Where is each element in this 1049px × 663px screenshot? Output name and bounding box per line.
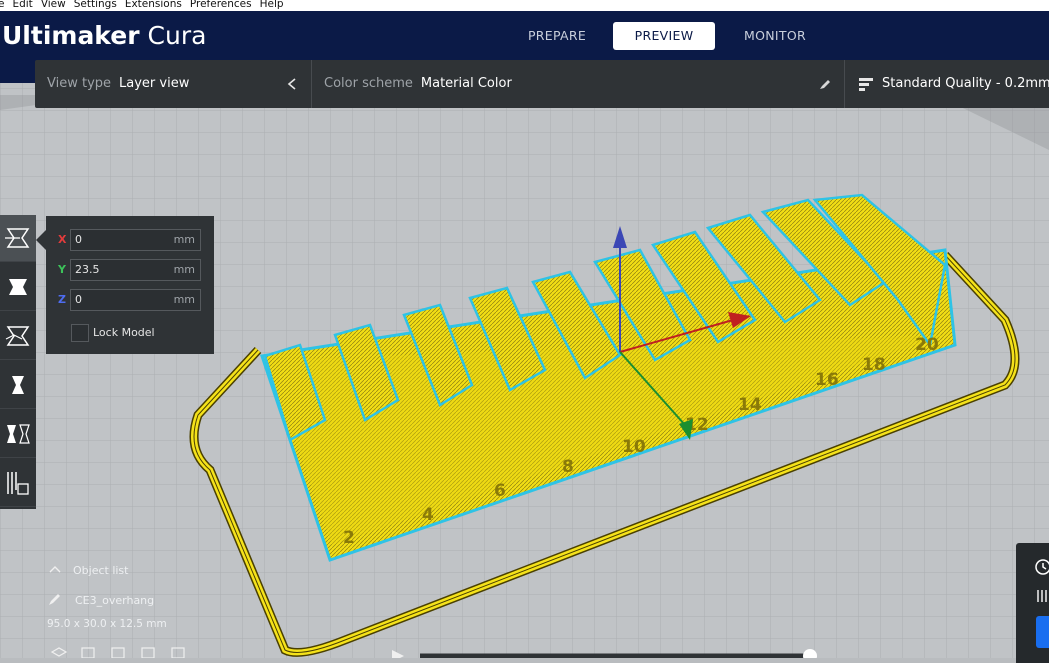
y-unit: mm [173,263,195,276]
toolbar-divider [844,60,845,108]
logo-brand: Ultimaker [2,21,140,50]
model-label: 18 [862,355,886,375]
quality-value: Standard Quality - 0.2mm [882,76,1049,91]
rotate-tool-button[interactable] [0,313,36,360]
view-options-toolbar: View type Layer view Color scheme Material… [35,60,1049,108]
x-unit: mm [173,233,195,246]
move-tool-panel: X 0 mm Y 23.5 mm Z 0 mm Lock Model [46,216,214,354]
object-list-toggle[interactable]: Object list [73,564,128,577]
model-label: 8 [562,457,574,477]
move-tool-icon [5,228,30,248]
left-tool-bar [0,215,36,509]
mirror-tool-icon [12,376,24,394]
panel-pointer [36,230,46,250]
logo-product: Cura [147,21,207,50]
filament-spool-icon [1037,590,1047,602]
model-label: 14 [738,395,762,415]
tab-preview[interactable]: PREVIEW [613,22,715,50]
app-logo: Ultimaker Cura [2,21,206,50]
view-type-selector[interactable]: View type Layer view [47,60,189,108]
x-value: 0 [75,233,82,246]
build-plate-viewport[interactable]: 2 4 6 8 10 12 14 16 18 20 [0,83,1049,658]
x-position-input[interactable]: 0 mm [70,229,201,251]
view-type-value: Layer view [119,76,190,91]
clock-icon [1035,559,1049,575]
per-model-settings-icon [7,424,30,444]
z-value: 0 [75,293,82,306]
z-position-input[interactable]: 0 mm [70,289,201,311]
edit-name-icon[interactable] [48,592,62,606]
view-type-label: View type [47,76,112,91]
model-label: 6 [494,481,506,501]
y-position-row: Y 23.5 mm [58,259,203,281]
lock-model-label: Lock Model [93,326,155,339]
menu-edit[interactable]: Edit [12,0,32,10]
mirror-tool-button[interactable] [0,362,36,409]
z-position-row: Z 0 mm [58,289,203,311]
model-label: 4 [422,505,434,525]
y-position-input[interactable]: 23.5 mm [70,259,201,281]
tab-prepare[interactable]: PREPARE [512,22,602,50]
color-scheme-value: Material Color [420,76,512,91]
support-blocker-button[interactable] [0,460,36,507]
quality-settings-icon[interactable] [858,76,874,92]
menu-preferences[interactable]: Preferences [190,0,252,10]
toolbar-divider [311,60,312,108]
color-scheme-selector[interactable]: Color scheme Material Color [324,60,512,108]
chevron-up-icon[interactable] [49,565,61,573]
rotate-tool-icon [5,326,30,346]
print-settings-selector[interactable]: Standard Quality - 0.2mm [882,60,1049,108]
move-tool-button[interactable] [0,215,36,262]
menu-view[interactable]: View [41,0,66,10]
model-label: 16 [815,370,839,390]
model-label: 10 [622,437,646,457]
lock-model-checkbox[interactable] [71,324,89,342]
color-scheme-label: Color scheme [324,76,413,91]
object-dimensions: 95.0 x 30.0 x 12.5 mm [47,618,167,630]
support-blocker-icon [7,472,29,495]
object-name: CE3_overhang [75,594,155,607]
save-to-disk-button[interactable] [1036,616,1049,648]
model-label: 20 [915,335,939,355]
per-model-settings-button[interactable] [0,411,36,458]
print-summary-panel [1016,543,1049,663]
scale-tool-button[interactable] [0,264,36,311]
menu-settings[interactable]: Settings [74,0,117,10]
pencil-icon[interactable] [819,78,831,90]
y-value: 23.5 [75,263,100,276]
x-position-row: X 0 mm [58,229,203,251]
menu-help[interactable]: Help [260,0,284,10]
tab-monitor[interactable]: MONITOR [730,22,820,50]
z-unit: mm [173,293,195,306]
menu-file[interactable]: e [0,0,4,10]
layer-view-scene: 2 4 6 8 10 12 14 16 18 20 [0,83,1049,658]
model-label: 2 [343,528,355,548]
chevron-left-icon[interactable] [287,78,297,90]
menu-extensions[interactable]: Extensions [125,0,182,10]
scale-tool-icon [9,279,27,295]
menu-bar: e Edit View Settings Extensions Preferences He… [0,0,1049,11]
